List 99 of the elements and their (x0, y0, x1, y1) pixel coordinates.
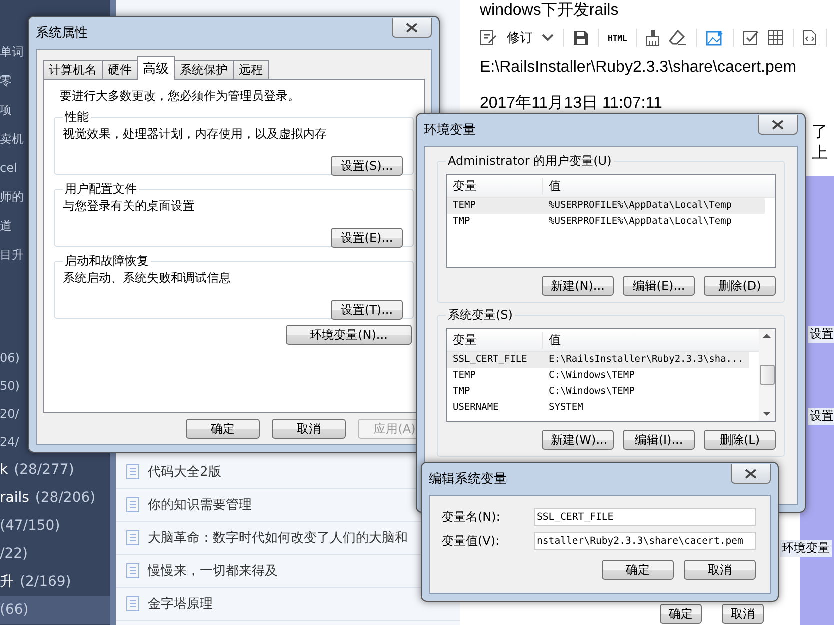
note-title[interactable]: windows下开发rails (480, 0, 834, 24)
dialog-button[interactable]: 确定 (602, 560, 674, 580)
note-icon (126, 530, 140, 546)
dialog-button[interactable]: 确定 (186, 419, 260, 439)
tab[interactable]: 硬件 (102, 60, 138, 80)
window-text-fragment: 设置 (808, 408, 834, 425)
note-icon (126, 464, 140, 480)
note-title[interactable]: 代码大全2版 (148, 463, 222, 481)
group-title: 启动和故障恢复 (64, 253, 150, 270)
settings-button[interactable]: 设置(S)... (331, 156, 403, 176)
note-icon (126, 596, 140, 612)
tab[interactable]: 系统保护 (174, 60, 234, 80)
close-button[interactable] (758, 115, 798, 135)
scroll-up-arrow-icon[interactable] (763, 333, 771, 339)
column-header[interactable]: 值 (543, 178, 561, 194)
dialog-button[interactable]: 新建(N)... (542, 276, 614, 296)
window-title: 环境变量 (424, 122, 476, 139)
window-title: 编辑系统变量 (429, 471, 507, 488)
note-title[interactable]: 慢慢来，一切都来得及 (148, 562, 278, 580)
edit-icon[interactable] (480, 29, 498, 47)
image-icon[interactable] (706, 30, 724, 46)
note-title[interactable]: 你的知识需要管理 (148, 496, 252, 514)
notebook-name[interactable]: 卖机 (0, 132, 24, 146)
note-icon (126, 563, 140, 579)
tab[interactable]: 高级 (137, 56, 175, 80)
notebook-name[interactable]: cel (0, 161, 18, 175)
notebook-name[interactable]: 单词 (0, 45, 24, 59)
settings-button[interactable]: 设置(E)... (331, 228, 403, 248)
dialog-button[interactable]: 新建(W)... (542, 430, 614, 450)
window-text-fragment: 环境变量 (780, 540, 832, 557)
note-text: E:\RailsInstaller\Ruby2.3.3\share\cacert.pem (480, 58, 798, 78)
dialog-button[interactable]: 取消 (722, 604, 764, 624)
table-icon[interactable] (768, 30, 784, 46)
notebook-name[interactable]: 师的 (0, 190, 24, 204)
dialog-button[interactable]: 编辑(E)... (623, 276, 695, 296)
variable-row[interactable]: TEMP C:\Windows\TEMP (447, 368, 749, 384)
group-description: 与您登录有关的桌面设置 (63, 198, 196, 215)
close-icon (406, 22, 418, 32)
group-title: Administrator 的用户变量(U) (447, 153, 613, 170)
notebook-name[interactable]: 项 (0, 103, 12, 117)
field-label: 变量值(V): (442, 532, 500, 550)
notebook-name[interactable]: 零 (0, 74, 12, 88)
column-header[interactable]: 值 (543, 332, 561, 348)
settings-button[interactable]: 设置(T)... (331, 300, 403, 320)
dialog-button[interactable]: 删除(D) (704, 276, 776, 296)
group-title: 系统变量(S) (447, 307, 514, 324)
group-description: 视觉效果，处理器计划，内存使用，以及虚拟内存 (63, 126, 328, 143)
brush-icon[interactable] (646, 29, 660, 47)
input-field[interactable]: nstaller\Ruby2.3.3\share\cacert.pem (534, 532, 756, 550)
note-icon (126, 497, 140, 513)
checkbox-icon[interactable] (743, 30, 760, 46)
html-button[interactable]: HTML (608, 34, 628, 42)
field-label: 变量名(N): (442, 508, 500, 526)
scrollbar[interactable] (759, 329, 775, 421)
variable-row[interactable]: TMP %USERPROFILE%\AppData\Local\Temp (447, 214, 765, 230)
window-title: 系统属性 (36, 25, 88, 42)
notebook-item[interactable]: rails (28/206) (0, 484, 110, 512)
column-header[interactable]: 变量 (447, 332, 543, 348)
code-file-icon[interactable] (803, 30, 818, 46)
notebook-name[interactable]: 目升 (0, 248, 24, 262)
notebook-item[interactable]: (66) (0, 596, 110, 624)
variable-row[interactable]: TMP C:\Windows\TEMP (447, 384, 749, 400)
variable-row[interactable]: USERNAME SYSTEM (447, 400, 749, 416)
variable-row[interactable]: TEMP %USERPROFILE%\AppData\Local\Temp (447, 198, 765, 214)
tab[interactable]: 计算机名 (43, 60, 103, 80)
input-field[interactable]: SSL_CERT_FILE (534, 508, 756, 526)
close-icon (772, 120, 784, 130)
dialog-button[interactable]: 取消 (272, 419, 346, 439)
note-title[interactable]: 金字塔原理 (148, 595, 213, 613)
notebook-item[interactable]: k (28/277) (0, 456, 110, 484)
notebook-item[interactable]: (47/150) (0, 512, 110, 540)
variable-row[interactable]: SSL_CERT_FILE E:\RailsInstaller\Ruby2.3.3\sha... (447, 352, 749, 368)
dialog-button[interactable]: 取消 (684, 560, 756, 580)
close-button[interactable] (392, 18, 432, 38)
column-header[interactable]: 变量 (447, 178, 543, 194)
revise-label[interactable]: 修订 (507, 29, 533, 47)
scrollbar-thumb[interactable] (760, 365, 774, 385)
environment-variables-button[interactable]: 环境变量(N)... (286, 325, 412, 345)
notebook-item[interactable]: /22) (0, 540, 110, 568)
note-text: 2017年11月13日 11:07:11 (480, 94, 664, 114)
group-title: 用户配置文件 (64, 181, 138, 198)
dialog-button[interactable]: 删除(L) (704, 430, 776, 450)
notice-text: 要进行大多数更改，您必须作为管理员登录。 (60, 88, 301, 105)
note-title[interactable]: 大脑革命：数字时代如何改变了人们的大脑和 (148, 529, 408, 547)
tab[interactable]: 远程 (233, 60, 269, 80)
dialog-button[interactable]: 确定 (660, 604, 702, 624)
dialog-button[interactable]: 编辑(I)... (623, 430, 695, 450)
notebook-name[interactable]: 道 (0, 219, 12, 233)
caret-icon[interactable] (542, 34, 554, 42)
close-icon (745, 468, 757, 478)
scroll-down-arrow-icon[interactable] (763, 411, 771, 417)
notebook-item[interactable]: 升 (2/169) (0, 568, 110, 596)
note-text-fragment: 了上 (812, 122, 829, 164)
save-icon[interactable] (573, 30, 589, 46)
close-button[interactable] (731, 464, 771, 484)
group-description: 系统启动、系统失败和调试信息 (63, 270, 232, 287)
eraser-icon[interactable] (669, 30, 688, 46)
group-title: 性能 (64, 109, 90, 126)
window-text-fragment: 设置 (808, 326, 834, 343)
